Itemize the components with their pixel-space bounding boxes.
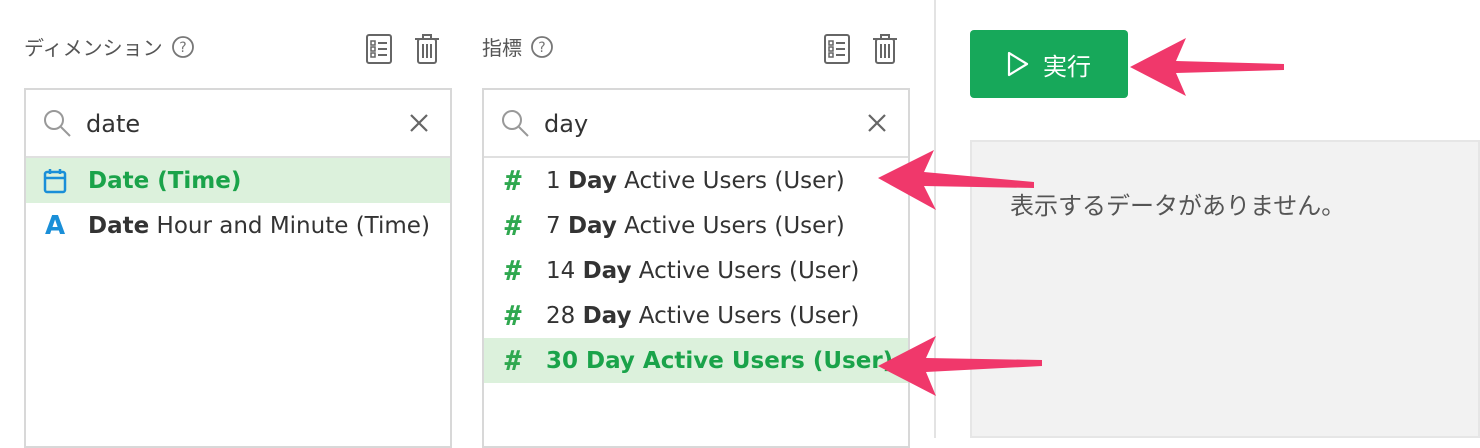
list-item[interactable]: # 28 Day Active Users (User) xyxy=(484,293,908,338)
list-item[interactable]: # 14 Day Active Users (User) xyxy=(484,248,908,293)
item-label: 1 Day Active Users (User) xyxy=(546,167,845,194)
item-label: 14 Day Active Users (User) xyxy=(546,257,860,284)
item-label: 30 Day Active Users (User) xyxy=(546,347,894,374)
metrics-title-row: 指標 ? xyxy=(482,32,554,61)
clear-icon[interactable] xyxy=(408,112,430,134)
trash-icon[interactable] xyxy=(872,34,898,64)
svg-text:?: ? xyxy=(179,40,186,56)
item-label: 28 Day Active Users (User) xyxy=(546,302,860,329)
dimensions-list-box: Date (Time) A Date Hour and Minute (Time… xyxy=(24,88,452,448)
metrics-search xyxy=(484,90,908,158)
dimensions-search-input[interactable] xyxy=(84,104,388,144)
clear-icon[interactable] xyxy=(866,112,888,134)
calendar-icon xyxy=(40,168,70,194)
run-button-label: 実行 xyxy=(1043,52,1091,81)
hash-icon: # xyxy=(504,254,522,287)
list-item[interactable]: # 7 Day Active Users (User) xyxy=(484,203,908,248)
result-area: 表示するデータがありません。 xyxy=(970,140,1480,438)
hash-icon: # xyxy=(504,344,522,377)
hash-icon: # xyxy=(504,209,522,242)
help-icon[interactable]: ? xyxy=(530,35,554,59)
dimensions-search xyxy=(26,90,450,158)
help-icon[interactable]: ? xyxy=(171,35,195,59)
list-item[interactable]: # 30 Day Active Users (User) xyxy=(484,338,908,383)
trash-icon[interactable] xyxy=(414,34,440,64)
annotation-arrow xyxy=(878,336,1042,396)
dimensions-title-row: ディメンション ? xyxy=(24,32,195,61)
list-item[interactable]: Date (Time) xyxy=(26,158,450,203)
list-item[interactable]: # 1 Day Active Users (User) xyxy=(484,158,908,203)
annotation-arrow xyxy=(878,150,1034,210)
item-label: Date Hour and Minute (Time) xyxy=(88,212,430,239)
select-list-icon[interactable] xyxy=(366,34,392,64)
empty-message: 表示するデータがありません。 xyxy=(1010,192,1346,220)
play-icon xyxy=(1007,51,1029,77)
item-label: Date (Time) xyxy=(88,167,242,194)
select-list-icon[interactable] xyxy=(824,34,850,64)
annotation-arrow xyxy=(1130,38,1284,96)
item-label: 7 Day Active Users (User) xyxy=(546,212,845,239)
search-icon xyxy=(44,110,71,137)
search-icon xyxy=(502,110,529,137)
hash-icon: # xyxy=(504,164,522,197)
metrics-title: 指標 xyxy=(482,36,522,60)
metrics-search-input[interactable] xyxy=(542,104,846,144)
svg-text:?: ? xyxy=(538,40,545,56)
text-type-icon: A xyxy=(44,210,66,241)
metrics-list-box: # 1 Day Active Users (User) # 7 Day Acti… xyxy=(482,88,910,448)
dimensions-title: ディメンション xyxy=(24,36,163,60)
hash-icon: # xyxy=(504,299,522,332)
run-button[interactable]: 実行 xyxy=(970,30,1128,98)
list-item[interactable]: A Date Hour and Minute (Time) xyxy=(26,203,450,248)
